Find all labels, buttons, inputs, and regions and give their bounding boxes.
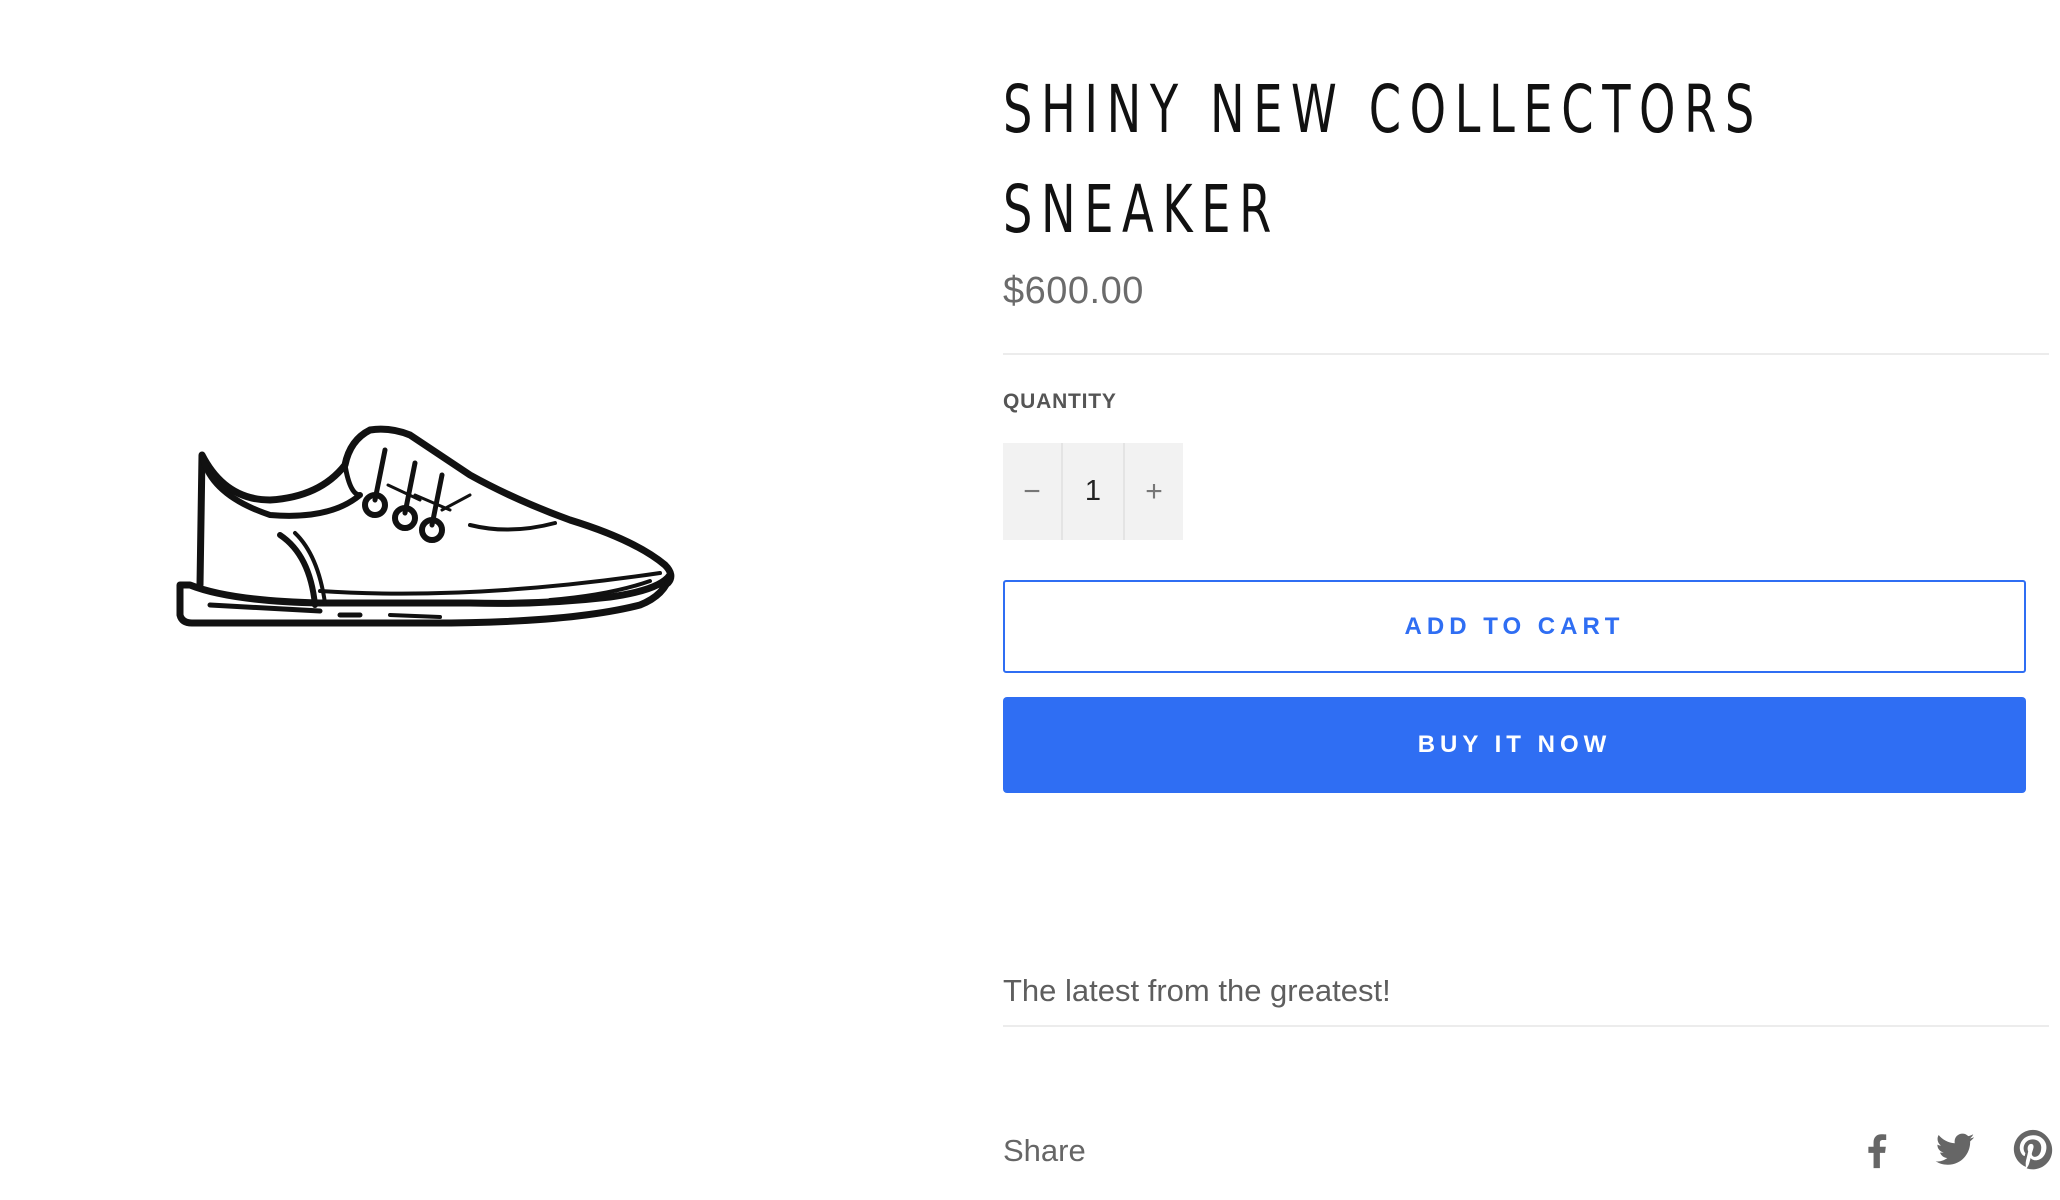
quantity-label: QUANTITY: [1003, 390, 1117, 413]
share-label: Share: [1003, 1133, 1086, 1168]
product-price: $600.00: [1003, 270, 1144, 312]
social-share-links: [1853, 1125, 2057, 1173]
product-image[interactable]: [170, 405, 710, 675]
twitter-icon[interactable]: [1931, 1125, 1979, 1173]
product-info: SHINY NEW COLLECTORS SNEAKER $600.00 QUA…: [1003, 60, 2053, 1170]
product-page: SHINY NEW COLLECTORS SNEAKER $600.00 QUA…: [0, 0, 2060, 1200]
quantity-increment-button[interactable]: +: [1125, 443, 1183, 540]
add-to-cart-button[interactable]: ADD TO CART: [1003, 580, 2026, 673]
buy-it-now-button[interactable]: BUY IT NOW: [1003, 697, 2026, 793]
divider: [1003, 1025, 2049, 1027]
product-title: SHINY NEW COLLECTORS SNEAKER: [1003, 71, 1763, 248]
quantity-stepper: − 1 +: [1003, 443, 1183, 540]
facebook-icon[interactable]: [1853, 1125, 1901, 1173]
product-description: The latest from the greatest!: [1003, 973, 1391, 1008]
divider: [1003, 353, 2049, 355]
quantity-input[interactable]: 1: [1061, 443, 1125, 540]
sneaker-illustration-icon: [176, 425, 675, 627]
pinterest-icon[interactable]: [2009, 1125, 2057, 1173]
quantity-decrement-button[interactable]: −: [1003, 443, 1061, 540]
